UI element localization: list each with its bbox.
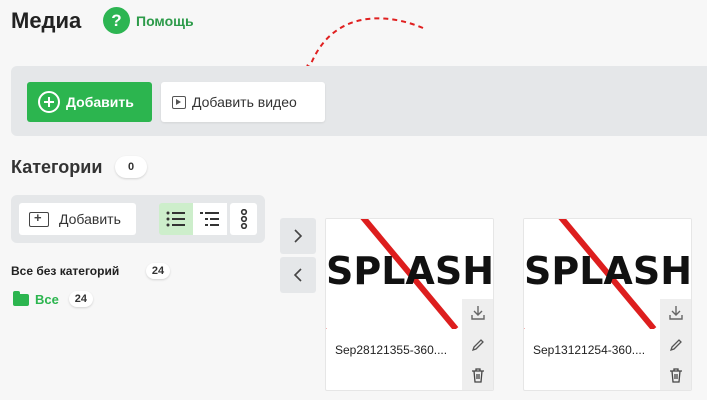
- category-all-label: Все: [35, 291, 59, 307]
- list-view-icon: [166, 211, 185, 227]
- edit-button[interactable]: [660, 331, 691, 359]
- trash-icon: [669, 367, 682, 383]
- add-button-label: Добавить: [66, 94, 134, 110]
- media-actions: [660, 299, 691, 390]
- help-label: Помощь: [136, 12, 194, 29]
- add-category-label: Добавить: [59, 211, 121, 227]
- download-icon: [668, 306, 683, 320]
- media-filename: Sep13121254-360....: [533, 343, 646, 357]
- categories-count-badge: 0: [115, 156, 147, 178]
- add-button[interactable]: Добавить: [27, 82, 152, 122]
- page-title: Медиа: [11, 8, 82, 33]
- delete-button[interactable]: [462, 361, 493, 389]
- media-filename: Sep28121355-360....: [335, 343, 448, 357]
- download-button[interactable]: [462, 299, 493, 327]
- question-icon: ?: [103, 7, 130, 34]
- folder-plus-icon: [29, 210, 49, 227]
- add-category-button[interactable]: Добавить: [19, 203, 136, 235]
- add-video-button[interactable]: Добавить видео: [161, 82, 325, 122]
- media-toolbar: Добавить Добавить видео: [11, 66, 707, 136]
- prev-button[interactable]: [280, 257, 316, 293]
- list-view-button[interactable]: [159, 203, 193, 235]
- uncategorized-count-badge: 24: [146, 263, 170, 279]
- media-card[interactable]: SPLASH Sep28121355-360....: [325, 218, 494, 391]
- more-vertical-icon: [240, 209, 247, 229]
- next-button[interactable]: [280, 218, 316, 254]
- thumbnail-text: SPLASH: [524, 249, 692, 293]
- category-all[interactable]: Все 24: [13, 291, 93, 307]
- trash-icon: [471, 367, 484, 383]
- tree-view-icon: [200, 212, 219, 226]
- add-video-label: Добавить видео: [192, 94, 297, 110]
- media-card[interactable]: SPLASH Sep13121254-360....: [523, 218, 692, 391]
- delete-button[interactable]: [660, 361, 691, 389]
- category-all-count-badge: 24: [68, 291, 93, 307]
- plus-circle-icon: [38, 91, 60, 113]
- thumbnail-text: SPLASH: [326, 249, 494, 293]
- help-link[interactable]: ? Помощь: [103, 7, 194, 34]
- categories-toolbar: Добавить: [11, 195, 265, 243]
- media-actions: [462, 299, 493, 390]
- folder-icon: [13, 291, 29, 306]
- uncategorized-link[interactable]: Все без категорий: [11, 264, 119, 278]
- pencil-icon: [669, 339, 682, 352]
- chevron-left-icon: [293, 268, 302, 282]
- edit-button[interactable]: [462, 331, 493, 359]
- download-icon: [470, 306, 485, 320]
- more-options-button[interactable]: [230, 203, 257, 235]
- tree-view-button[interactable]: [193, 203, 227, 235]
- download-button[interactable]: [660, 299, 691, 327]
- pencil-icon: [471, 339, 484, 352]
- categories-title: Категории: [11, 157, 103, 177]
- chevron-right-icon: [294, 229, 303, 243]
- video-play-icon: [172, 95, 186, 109]
